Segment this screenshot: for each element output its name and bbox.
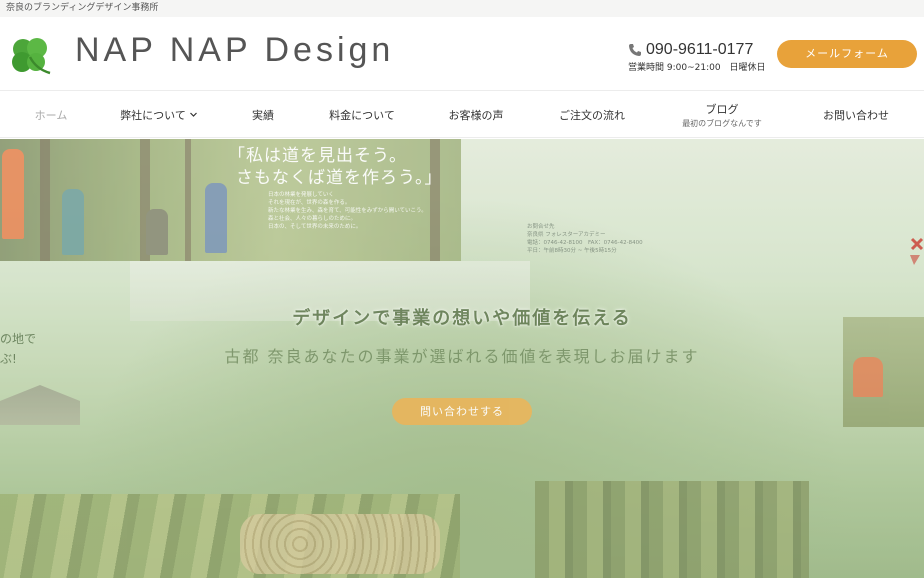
nav-item-label: お問い合わせ: [823, 108, 889, 122]
site-header: NAP NAP Design 090-9611-0177 営業時間 9:00~2…: [0, 17, 924, 91]
nav-item-works[interactable]: 実績: [246, 91, 280, 138]
contact-info: 090-9611-0177 営業時間 9:00~21:00 日曜休日: [628, 41, 778, 73]
hero-subtitle: 古都 奈良あなたの事業が選ばれる価値を表現しお届けます: [224, 347, 700, 366]
clover-logo-icon[interactable]: [6, 35, 56, 75]
hero-title: デザインで事業の想いや価値を伝える: [292, 308, 632, 329]
red-mark-icon: [910, 237, 924, 265]
nav-item-label: 料金について: [329, 108, 395, 122]
photo-contact-text: お問合せ先 奈良県 フォレスターアカデミー 電話：0746-42-8100 FA…: [527, 224, 643, 254]
nav-item-label: 実績: [252, 108, 274, 122]
nav-item-label: ご注文の流れ: [559, 108, 625, 122]
nav-item-about[interactable]: 弊社について: [114, 91, 204, 138]
photo-quote: 「私は道を見出そう。 さもなくば道を作ろう。」: [228, 146, 443, 188]
lumber-photo: [0, 494, 460, 578]
mail-form-button[interactable]: メールフォーム: [777, 40, 917, 68]
temple-roof-image: [0, 385, 80, 425]
nav-item-label: ホーム: [34, 108, 68, 122]
phone-icon: [629, 44, 641, 56]
nav-item-label: お客様の声: [448, 108, 504, 122]
nav-item-label: 弊社について: [120, 108, 186, 122]
nav-item-order-flow[interactable]: ご注文の流れ: [552, 91, 632, 138]
chevron-down-icon: [189, 112, 197, 117]
hero-contact-button[interactable]: 問い合わせする: [392, 398, 532, 425]
phone-number[interactable]: 090-9611-0177: [628, 41, 778, 59]
forestry-photo: 「私は道を見出そう。 さもなくば道を作ろう。」 日本の林業を発展していく それを…: [0, 139, 461, 261]
site-tagline: 奈良のブランディングデザイン事務所: [0, 0, 924, 17]
nav-item-pricing[interactable]: 料金について: [322, 91, 402, 138]
nav-item-sublabel: 最初のブログなんです: [682, 118, 762, 128]
nav-item-contact[interactable]: お問い合わせ: [818, 91, 894, 138]
nav-item-blog[interactable]: ブログ 最初のブログなんです: [672, 91, 772, 138]
nav-item-label: ブログ: [705, 102, 739, 116]
hero-slideshow: 「私は道を見出そう。 さもなくば道を作ろう。」 日本の林業を発展していく それを…: [0, 139, 924, 578]
photo-caption: 日本の林業を発展していく それを現在が、世界の森を作る。 新たな林業を生み、森を…: [268, 192, 427, 230]
nav-item-home[interactable]: ホーム: [30, 91, 72, 138]
phone-number-text: 090-9611-0177: [646, 41, 754, 58]
worker-photo: [843, 317, 924, 427]
site-logo-text[interactable]: NAP NAP Design: [75, 31, 394, 70]
main-nav: ホーム 弊社について 実績 料金について お客様の声 ご注文の流れ ブログ 最初…: [0, 91, 924, 138]
forest-trees-photo: [535, 481, 809, 578]
business-hours: 営業時間 9:00~21:00 日曜休日: [628, 63, 766, 73]
nav-item-testimonials[interactable]: お客様の声: [444, 91, 508, 138]
